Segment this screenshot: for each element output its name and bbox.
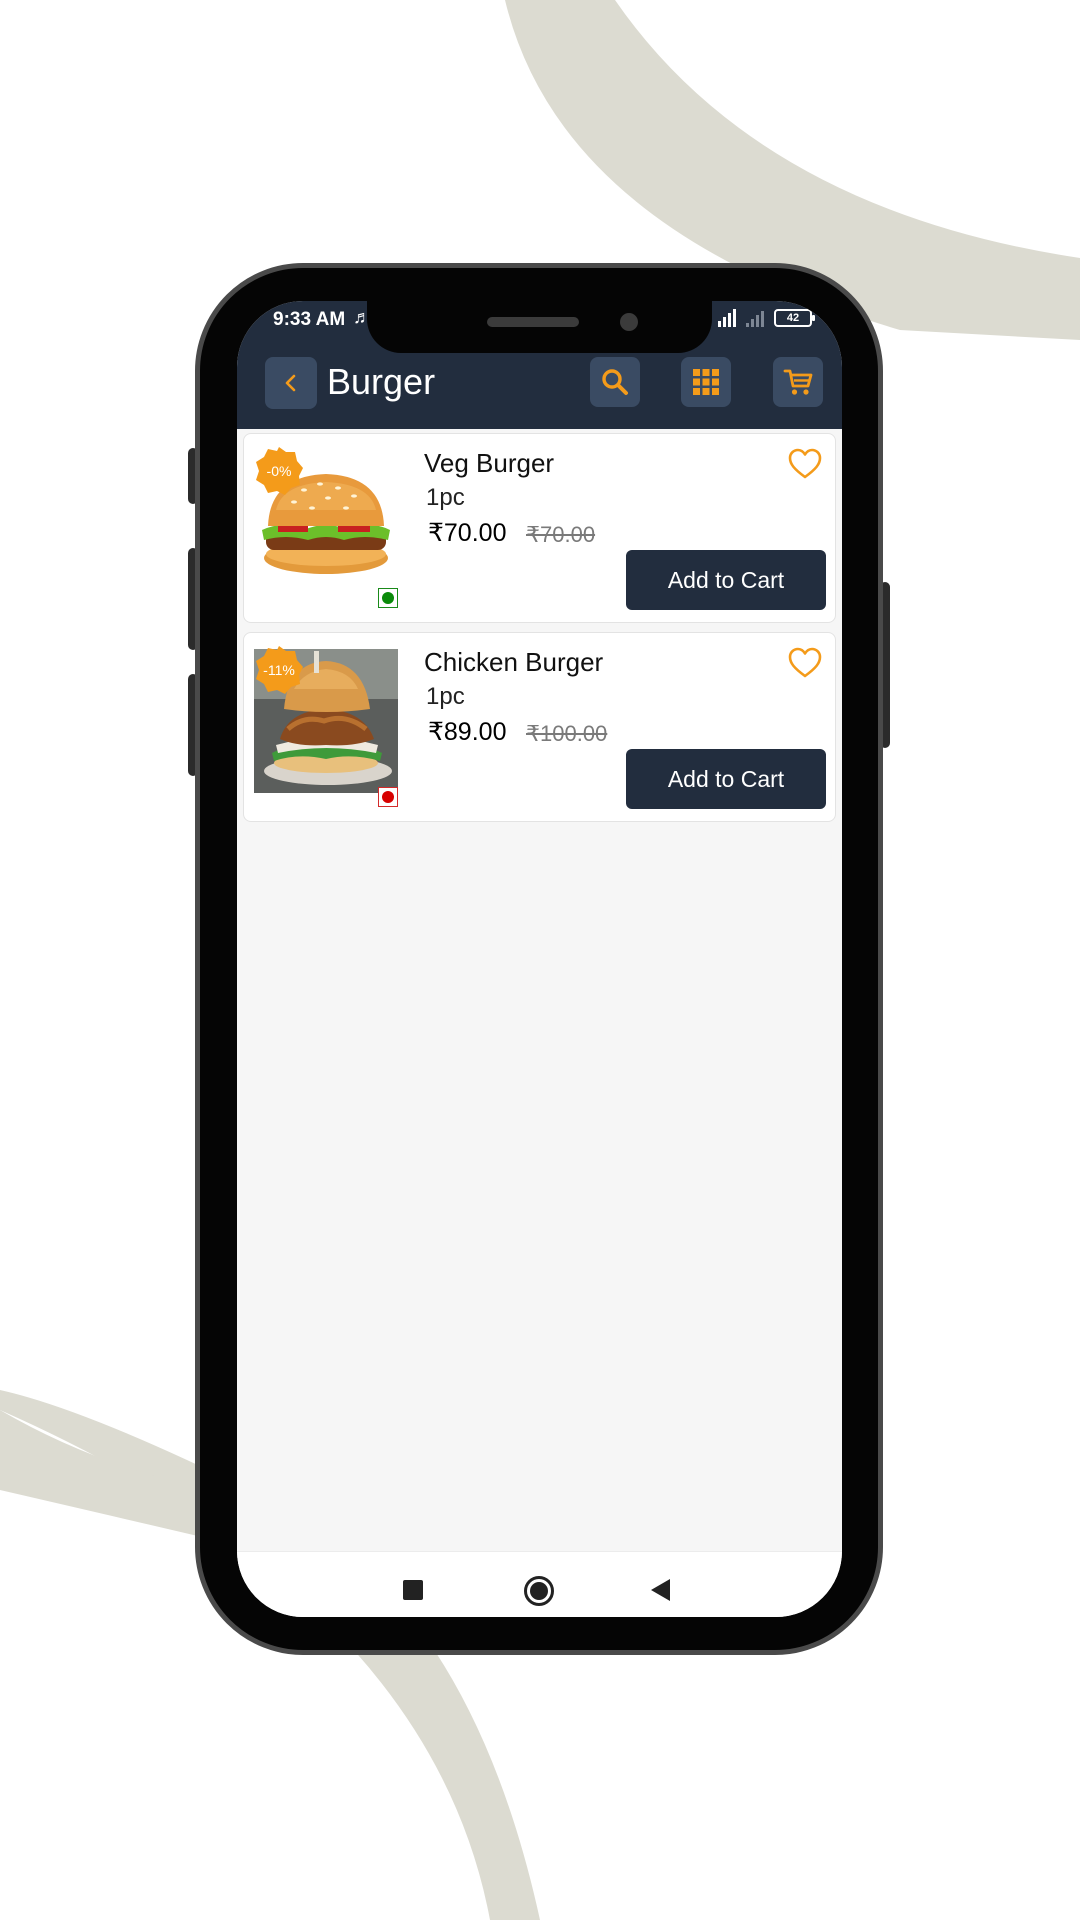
grid-icon — [693, 369, 719, 395]
heart-icon[interactable] — [787, 446, 823, 482]
search-icon — [602, 369, 628, 395]
stage: 9:33 AM ♬ 42 Burger -0% Veg Burger 1pc ₹… — [0, 0, 1080, 1920]
product-mrp: ₹100.00 — [526, 721, 608, 746]
discount-label: -0% — [266, 463, 292, 479]
product-list: -0% Veg Burger 1pc ₹70.00 ₹70.00 Add to … — [237, 429, 842, 1551]
product-mrp: ₹70.00 — [526, 522, 596, 547]
product-card[interactable]: -11% Chicken Burger 1pc ₹89.00 ₹100.00 A… — [243, 632, 836, 822]
add-to-cart-button[interactable]: Add to Cart — [626, 550, 826, 610]
system-nav-bar — [237, 1551, 842, 1617]
cart-button[interactable] — [773, 357, 823, 407]
search-button[interactable] — [590, 357, 640, 407]
cart-icon — [783, 369, 813, 395]
product-price: ₹70.00 — [428, 519, 507, 547]
veg-indicator — [378, 588, 398, 608]
battery-level: 42 — [786, 312, 800, 324]
product-card[interactable]: -0% Veg Burger 1pc ₹70.00 ₹70.00 Add to … — [243, 433, 836, 623]
discount-label: -11% — [263, 662, 295, 678]
chevron-left-icon — [285, 374, 296, 392]
app-header: 9:33 AM ♬ 42 Burger — [237, 301, 842, 429]
discount-badge: -0% — [254, 446, 304, 496]
battery-icon: 42 — [774, 309, 815, 327]
recents-icon[interactable] — [403, 1580, 423, 1600]
grid-view-button[interactable] — [681, 357, 731, 407]
discount-badge: -11% — [254, 645, 304, 695]
phone-screen: 9:33 AM ♬ 42 Burger -0% Veg Burger 1pc ₹… — [237, 301, 842, 1617]
add-to-cart-button[interactable]: Add to Cart — [626, 749, 826, 809]
status-icons: 42 — [718, 309, 815, 327]
signal-icon — [718, 309, 736, 327]
back-button[interactable] — [265, 357, 317, 409]
heart-icon[interactable] — [787, 645, 823, 681]
speaker-grille — [487, 317, 579, 327]
product-price: ₹89.00 — [428, 718, 507, 746]
product-name[interactable]: Chicken Burger — [424, 647, 603, 678]
product-quantity: 1pc — [426, 484, 465, 511]
non-veg-indicator — [378, 787, 398, 807]
front-camera — [620, 313, 638, 331]
page-title: Burger — [327, 361, 436, 402]
product-quantity: 1pc — [426, 683, 465, 710]
status-time: 9:33 AM — [273, 309, 346, 330]
product-name[interactable]: Veg Burger — [424, 448, 554, 479]
signal-weak-icon — [746, 309, 764, 327]
home-icon[interactable] — [524, 1576, 554, 1606]
back-triangle-icon[interactable] — [651, 1579, 670, 1601]
phone-notch — [367, 301, 712, 353]
